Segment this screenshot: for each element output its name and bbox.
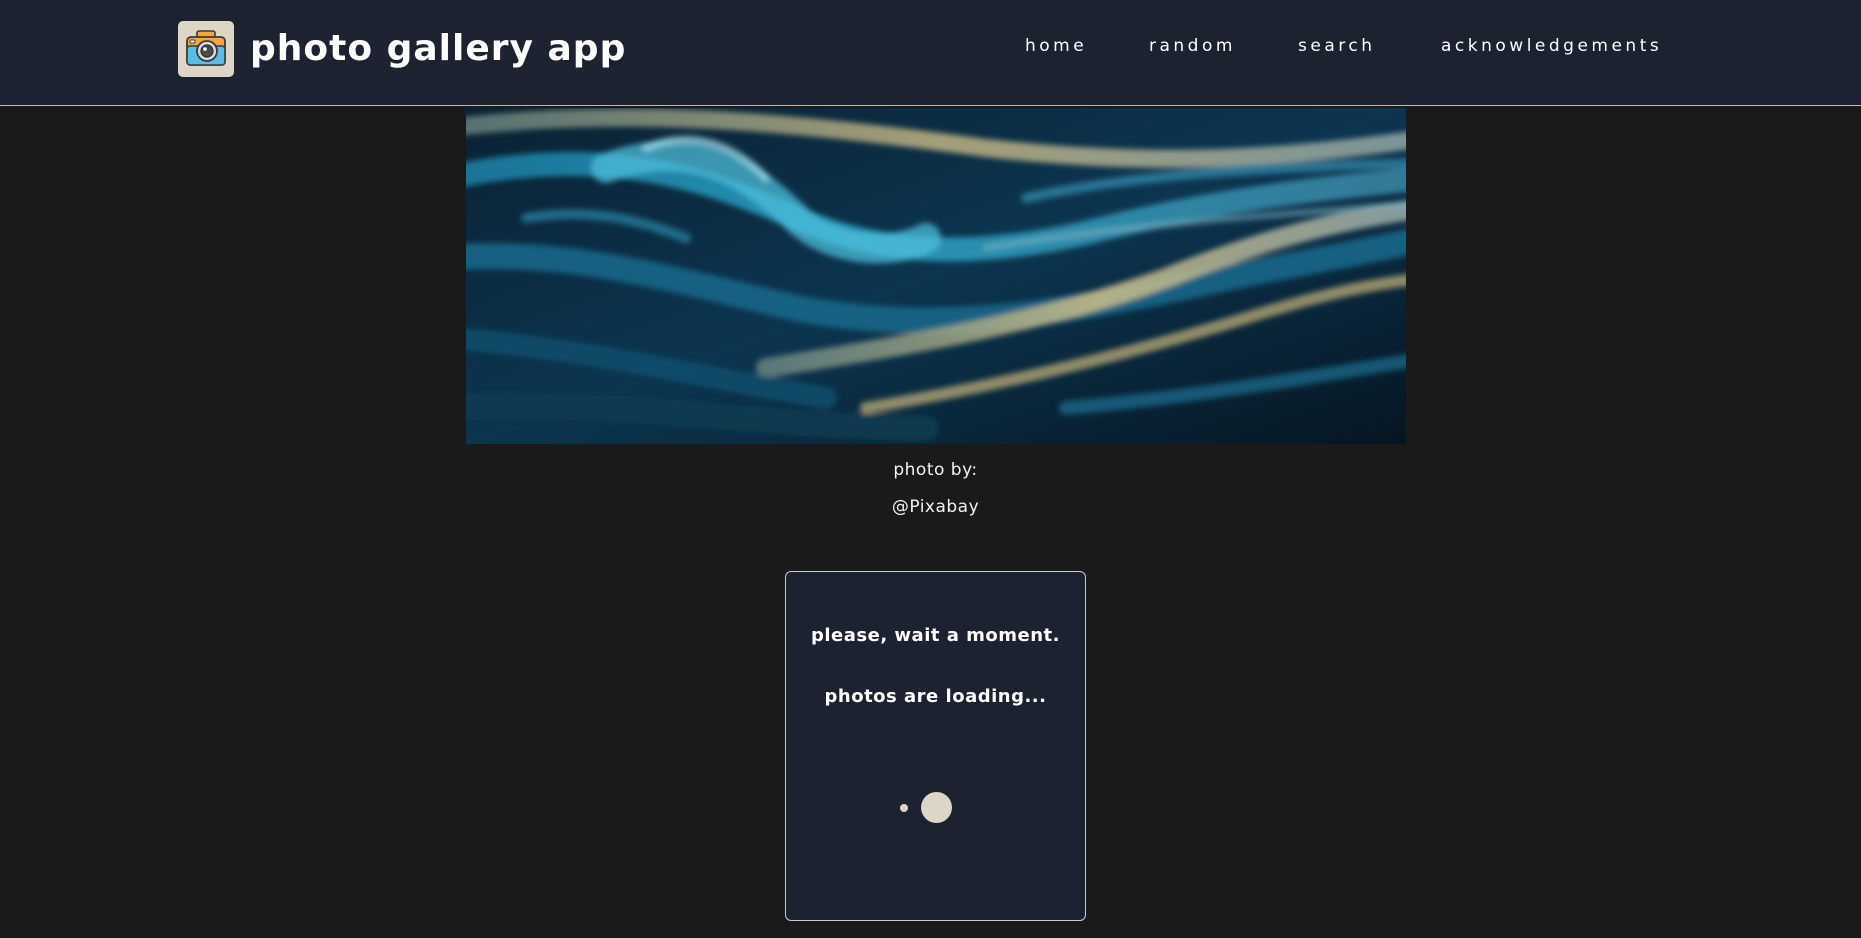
app-logo[interactable] — [178, 21, 234, 77]
app-title[interactable]: photo gallery app — [250, 24, 626, 74]
loading-dot-icon — [900, 804, 908, 812]
top-navbar: photo gallery app home random search ack… — [0, 0, 1861, 106]
loading-card: please, wait a moment. photos are loadin… — [785, 571, 1086, 921]
camera-icon — [186, 30, 226, 66]
loading-spinner-icon — [921, 792, 952, 823]
nav-home[interactable]: home — [1025, 36, 1087, 56]
nav-acknowledgements[interactable]: acknowledgements — [1441, 36, 1662, 56]
loading-status: photos are loading... — [824, 686, 1047, 707]
nav-random[interactable]: random — [1149, 36, 1236, 56]
loading-message: please, wait a moment. — [810, 625, 1060, 646]
hero-image — [466, 108, 1406, 444]
photo-credit-label: photo by: — [893, 460, 978, 480]
photo-credit-author[interactable]: @Pixabay — [0, 497, 1861, 517]
nav-search[interactable]: search — [1298, 36, 1375, 56]
